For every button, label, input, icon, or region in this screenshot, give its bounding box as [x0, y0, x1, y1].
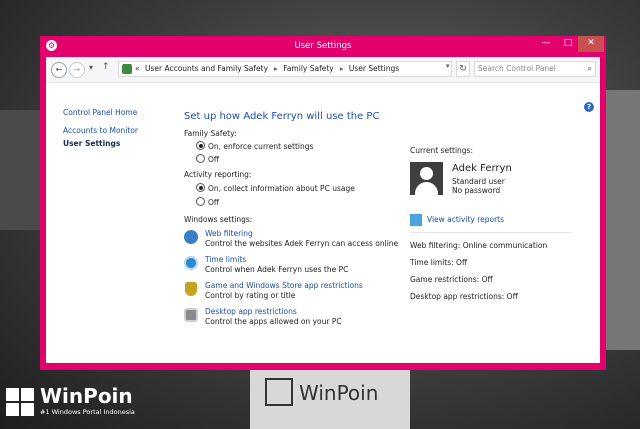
window-content: ← → ▾ ↑ « User Accounts and Family Safet…	[46, 57, 600, 363]
family-safety-on-radio[interactable]: On, enforce current settings	[196, 141, 313, 151]
globe-icon	[184, 230, 198, 244]
user-settings-window: ⚙ User Settings — □ ✕ ← → ▾ ↑ « User Acc…	[40, 36, 606, 370]
page-title: Set up how Adek Ferryn will use the PC	[184, 111, 380, 122]
user-password-status: No password	[452, 186, 501, 195]
brand-tagline: #1 Windows Portal Indonesia	[40, 408, 135, 416]
activity-off-radio[interactable]: Off	[196, 197, 219, 207]
radio-empty-icon	[196, 154, 205, 163]
desktop-app-restrictions-link[interactable]: Desktop app restrictions	[205, 307, 297, 316]
sidebar-item-accounts-to-monitor[interactable]: Accounts to Monitor	[63, 126, 138, 135]
recent-locations-chevron-icon[interactable]: ▾	[89, 63, 93, 72]
refresh-icon[interactable]: ↻	[456, 61, 470, 77]
time-limits-link[interactable]: Time limits	[205, 255, 246, 264]
game-restrictions-status: Game restrictions: Off	[410, 275, 493, 284]
radio-selected-icon	[196, 183, 205, 192]
user-role: Standard user	[452, 177, 505, 186]
search-icon[interactable]: ⌕	[587, 62, 592, 76]
divider	[410, 232, 572, 233]
radio-selected-icon	[196, 141, 205, 150]
address-field[interactable]: « User Accounts and Family Safety ▸ Famil…	[118, 61, 452, 77]
breadcrumb-item[interactable]: Family Safety	[283, 64, 334, 73]
game-restrictions-description: Control by rating or title	[205, 291, 296, 300]
time-limits-status: Time limits: Off	[410, 258, 468, 267]
family-safety-label: Family Safety:	[184, 129, 237, 138]
desktop-app-restrictions-description: Control the apps allowed on your PC	[205, 317, 342, 326]
web-filtering-description: Control the websites Adek Ferryn can acc…	[205, 239, 399, 248]
breadcrumb-item[interactable]: User Accounts and Family Safety	[145, 64, 268, 73]
activity-report-icon	[410, 214, 422, 226]
web-filtering-link[interactable]: Web filtering	[205, 229, 253, 238]
brand-name: WinPoin	[40, 384, 133, 408]
sidebar-item-control-panel-home[interactable]: Control Panel Home	[63, 108, 138, 117]
breadcrumb-separator-icon[interactable]: ▸	[340, 64, 344, 73]
web-filtering-status: Web filtering: Online communication	[410, 241, 548, 250]
trophy-icon	[185, 282, 197, 296]
sidebar-item-user-settings[interactable]: User Settings	[63, 139, 138, 148]
desktop-app-restrictions-status: Desktop app restrictions: Off	[410, 292, 518, 301]
game-restrictions-link[interactable]: Game and Windows Store app restrictions	[205, 281, 363, 290]
breadcrumb-item[interactable]: User Settings	[349, 64, 399, 73]
background-object	[0, 110, 40, 230]
windows-logo-icon	[265, 378, 293, 406]
view-activity-reports-link[interactable]: View activity reports	[427, 215, 504, 224]
search-box[interactable]: Search Control Panel ⌕	[474, 61, 596, 77]
close-button[interactable]: ✕	[578, 36, 604, 52]
background-object	[606, 90, 640, 350]
winpoin-watermark-center: WinPoin	[265, 378, 378, 406]
minimize-button[interactable]: —	[536, 36, 556, 52]
up-arrow-icon[interactable]: ↑	[102, 62, 110, 72]
breadcrumb-overflow[interactable]: «	[135, 64, 140, 73]
desktop-app-icon	[184, 308, 198, 322]
time-limits-description: Control when Adek Ferryn uses the PC	[205, 265, 349, 274]
user-name: Adek Ferryn	[452, 163, 512, 174]
avatar	[410, 162, 443, 195]
address-bar: ← → ▾ ↑ « User Accounts and Family Safet…	[46, 57, 600, 83]
sidebar: Control Panel Home Accounts to Monitor U…	[63, 108, 138, 148]
breadcrumb-separator-icon[interactable]: ▸	[274, 64, 278, 73]
control-panel-icon	[122, 64, 132, 74]
windows-settings-label: Windows settings:	[184, 215, 253, 224]
search-placeholder: Search Control Panel	[478, 64, 556, 73]
current-settings-label: Current settings:	[410, 146, 473, 155]
clock-icon	[184, 256, 198, 270]
maximize-button[interactable]: □	[558, 36, 578, 52]
back-arrow-icon[interactable]: ←	[51, 62, 67, 78]
watermark-text: WinPoin	[299, 381, 379, 405]
help-icon[interactable]: ?	[584, 102, 594, 112]
activity-reporting-label: Activity reporting:	[184, 170, 252, 179]
title-bar[interactable]: ⚙ User Settings — □ ✕	[40, 36, 606, 56]
window-title: User Settings	[294, 41, 352, 51]
forward-arrow-icon[interactable]: →	[69, 62, 85, 78]
activity-on-radio[interactable]: On, collect information about PC usage	[196, 183, 355, 193]
windows-logo-icon	[6, 388, 36, 418]
radio-empty-icon	[196, 197, 205, 206]
address-dropdown-icon[interactable]: ▾	[446, 62, 450, 70]
family-safety-off-radio[interactable]: Off	[196, 154, 219, 164]
